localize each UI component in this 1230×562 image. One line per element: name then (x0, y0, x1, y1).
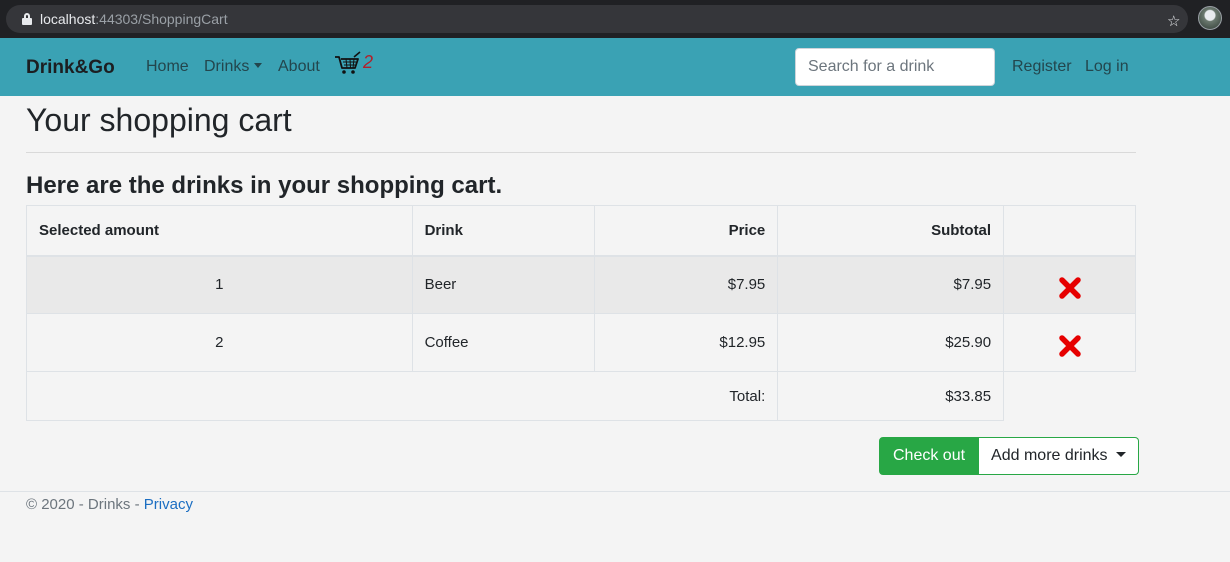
cell-drink: Beer (411, 255, 596, 314)
cart-actions: Check out Add more drinks (879, 437, 1139, 475)
table-row: 1 Beer $7.95 $7.95 (26, 255, 1136, 314)
cell-amount: 2 (26, 313, 413, 372)
nav-drinks-dropdown[interactable]: Drinks (204, 58, 262, 76)
footer: © 2020 - Drinks - Privacy (26, 496, 193, 514)
address-bar[interactable]: localhost:44303/ShoppingCart ☆ (6, 5, 1188, 33)
bookmark-star-icon[interactable]: ☆ (1167, 14, 1180, 30)
header-actions (1003, 205, 1136, 257)
cart-count-badge[interactable]: 2 (363, 52, 373, 72)
cart-table: Selected amount Drink Price Subtotal 1 B… (25, 205, 1136, 421)
total-blank-cell (1004, 372, 1136, 421)
header-subtotal: Subtotal (777, 205, 1005, 257)
profile-avatar-icon[interactable] (1198, 6, 1222, 30)
page-title: Your shopping cart (26, 102, 292, 138)
url-path: :44303/ShoppingCart (95, 11, 228, 27)
remove-x-icon[interactable] (1058, 334, 1082, 358)
footer-copyright: © 2020 - Drinks - (26, 496, 144, 513)
register-link[interactable]: Register (1012, 58, 1072, 76)
nav-about-link[interactable]: About (278, 58, 320, 76)
browser-chrome: localhost:44303/ShoppingCart ☆ (0, 0, 1230, 38)
login-link[interactable]: Log in (1085, 58, 1129, 76)
cell-price: $12.95 (594, 313, 779, 372)
shopping-cart-icon[interactable] (333, 51, 361, 75)
cell-subtotal: $7.95 (777, 255, 1005, 314)
brand-logo[interactable]: Drink&Go (26, 57, 115, 79)
url-text[interactable]: localhost:44303/ShoppingCart (40, 11, 228, 27)
cell-amount: 1 (26, 255, 413, 314)
table-row: 2 Coffee $12.95 $25.90 (26, 313, 1136, 372)
navbar: Drink&Go Home Drinks About 2 Register Lo… (0, 38, 1230, 96)
table-header-row: Selected amount Drink Price Subtotal (26, 205, 1136, 257)
privacy-link[interactable]: Privacy (144, 496, 193, 513)
header-price: Price (594, 205, 779, 257)
divider (26, 152, 1136, 153)
cell-remove (1003, 313, 1136, 372)
total-value: $33.85 (777, 371, 1005, 421)
total-row: Total: $33.85 (25, 371, 1136, 421)
footer-divider (0, 491, 1230, 492)
header-selected-amount: Selected amount (26, 205, 413, 257)
total-label: Total: (25, 371, 779, 421)
cell-remove (1003, 255, 1136, 314)
cell-price: $7.95 (594, 255, 779, 314)
url-host: localhost (40, 11, 96, 27)
remove-x-icon[interactable] (1058, 276, 1082, 300)
header-drink: Drink (411, 205, 596, 257)
nav-home-link[interactable]: Home (146, 58, 189, 76)
cell-subtotal: $25.90 (777, 313, 1005, 372)
cell-drink: Coffee (411, 313, 596, 372)
cart-subtitle: Here are the drinks in your shopping car… (26, 172, 503, 199)
checkout-button[interactable]: Check out (879, 437, 980, 475)
lock-icon[interactable] (22, 13, 32, 25)
add-more-drinks-dropdown[interactable]: Add more drinks (979, 437, 1139, 475)
search-input[interactable] (795, 48, 995, 86)
